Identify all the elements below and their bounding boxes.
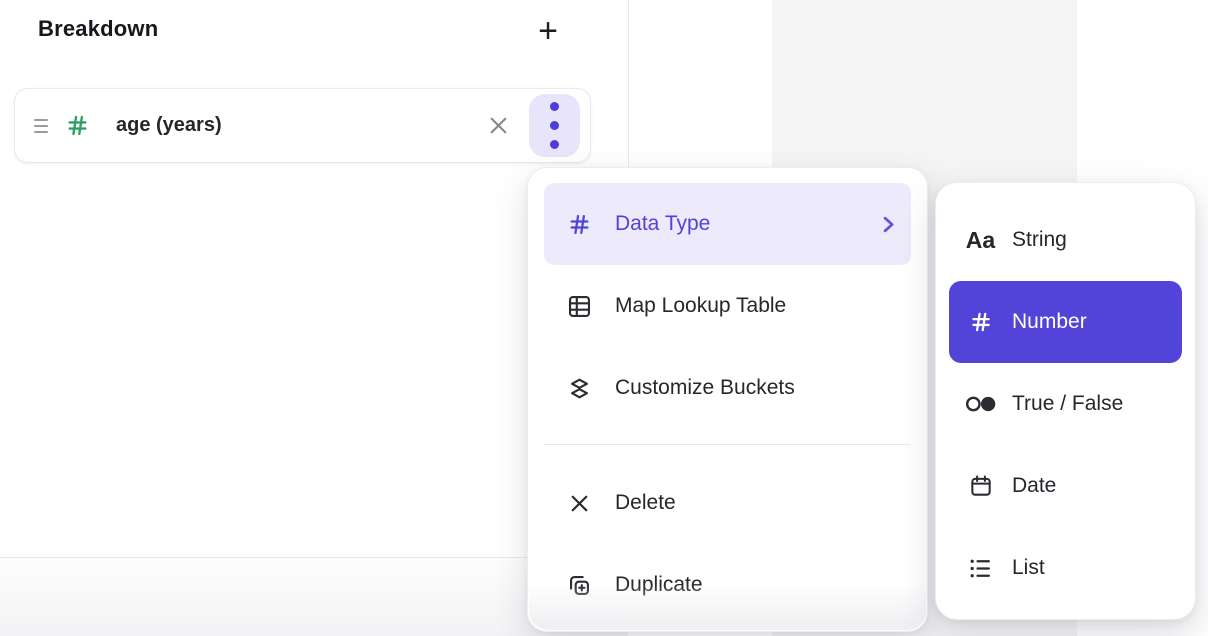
- submenu-item-list[interactable]: List: [949, 527, 1182, 609]
- aa-icon: Aa: [962, 227, 999, 254]
- boolean-circles-icon: [962, 392, 999, 416]
- submenu-item-true-false[interactable]: True / False: [949, 363, 1182, 445]
- submenu-item-number[interactable]: Number: [949, 281, 1182, 363]
- field-label: age (years): [116, 114, 222, 137]
- submenu-item-label: List: [1012, 556, 1045, 580]
- hash-icon: [564, 211, 594, 238]
- menu-divider: [544, 444, 911, 445]
- menu-item-delete[interactable]: Delete: [544, 462, 911, 544]
- list-icon: [962, 555, 999, 582]
- breakdown-title: Breakdown: [38, 16, 158, 42]
- menu-item-label: Map Lookup Table: [615, 294, 786, 318]
- submenu-item-date[interactable]: Date: [949, 445, 1182, 527]
- field-options-button[interactable]: [529, 94, 580, 157]
- menu-item-duplicate[interactable]: Duplicate: [544, 544, 911, 626]
- x-icon: [564, 491, 594, 516]
- kebab-dot: [550, 121, 559, 130]
- menu-item-map-lookup-table[interactable]: Map Lookup Table: [544, 265, 911, 347]
- add-breakdown-button[interactable]: +: [529, 8, 567, 54]
- submenu-item-string[interactable]: Aa String: [949, 199, 1182, 281]
- copy-plus-icon: [564, 572, 594, 599]
- menu-item-label: Duplicate: [615, 573, 703, 597]
- menu-item-label: Customize Buckets: [615, 376, 795, 400]
- submenu-item-label: Number: [1012, 310, 1087, 334]
- menu-item-data-type[interactable]: Data Type: [544, 183, 911, 265]
- breakdown-field-chip[interactable]: age (years): [14, 88, 591, 163]
- chevron-right-icon: [882, 216, 895, 233]
- kebab-dot: [550, 140, 559, 149]
- table-icon: [564, 293, 594, 320]
- drag-handle-icon[interactable]: [34, 119, 48, 133]
- remove-field-button[interactable]: [484, 111, 513, 140]
- stack-icon: [564, 375, 594, 402]
- context-menu: Data Type Map Lookup Table Customize Buc…: [527, 167, 928, 632]
- menu-item-customize-buckets[interactable]: Customize Buckets: [544, 347, 911, 429]
- page-background: Breakdown + age (years) Data Type: [0, 0, 1208, 636]
- submenu-item-label: True / False: [1012, 392, 1123, 416]
- kebab-dot: [550, 102, 559, 111]
- number-type-icon: [64, 112, 91, 139]
- calendar-icon: [962, 473, 999, 499]
- submenu-item-label: Date: [1012, 474, 1056, 498]
- submenu-item-label: String: [1012, 228, 1067, 252]
- menu-item-label: Data Type: [615, 212, 710, 236]
- close-icon: [486, 113, 511, 138]
- data-type-submenu: Aa String Number True / False Date Lis: [935, 182, 1196, 620]
- menu-item-label: Delete: [615, 491, 676, 515]
- plus-icon: +: [538, 14, 558, 48]
- hash-icon: [962, 309, 999, 335]
